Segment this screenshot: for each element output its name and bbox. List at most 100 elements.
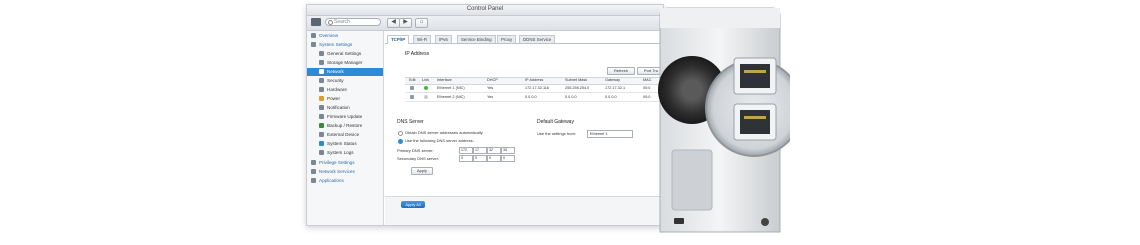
col-ip-address: IP Address [525, 78, 544, 82]
search-placeholder: Search [334, 19, 350, 25]
ethernet-port-icon [740, 110, 770, 134]
usb-port-icon [674, 218, 684, 224]
apply-button[interactable]: Apply [411, 167, 433, 175]
sidebar-item-system-status[interactable]: System Status [319, 140, 357, 148]
sidebar-item-storage-manager[interactable]: Storage Manager [319, 59, 363, 67]
user-icon [311, 160, 316, 166]
sidebar-item-network-services[interactable]: Network Services [311, 168, 355, 176]
sidebar-item-hardware[interactable]: Hardware [319, 86, 347, 94]
edit-icon[interactable] [410, 86, 414, 90]
cell-dhcp: Yes [487, 86, 494, 90]
sidebar: Overview System Settings General Setting… [307, 31, 384, 225]
sidebar-item-firmware-update[interactable]: Firmware Update [319, 113, 362, 121]
storage-icon [319, 60, 324, 66]
sidebar-item-overview[interactable]: Overview [311, 32, 338, 40]
primary-dns-label: Primary DNS server: [397, 148, 434, 153]
status-icon [319, 141, 324, 147]
power-icon [319, 96, 324, 102]
applications-icon [311, 178, 316, 184]
table-row[interactable]: Ethernet 1 (NIC) Yes 172.17.32.116 255.2… [405, 84, 663, 93]
sidebar-item-system-settings[interactable]: System Settings [311, 41, 352, 49]
primary-dns-octet-2[interactable]: 17 [473, 147, 487, 154]
dns-auto-radio[interactable] [398, 131, 403, 136]
bell-icon [319, 105, 324, 111]
link-status-icon [424, 86, 428, 90]
main-panel: TCP/IP Wi-Fi IPv6 Service Binding Proxy … [385, 31, 663, 225]
firmware-icon [319, 114, 324, 120]
cell-gateway: 172.17.32.1 [605, 86, 626, 90]
primary-dns-octet-3[interactable]: 32 [487, 147, 501, 154]
network-icon [319, 69, 324, 75]
search-icon [328, 20, 333, 25]
overview-icon [311, 33, 316, 39]
link-status-icon [424, 95, 428, 99]
cell-interface: Ethernet 1 (NIC) [437, 86, 465, 90]
ethernet-port-icon [740, 64, 770, 88]
secondary-dns-octet-1[interactable]: 0 [459, 155, 473, 162]
nas-device-illustration [658, 7, 790, 233]
table-row[interactable]: Ethernet 2 (NIC) Yes 0.0.0.0 0.0.0.0 0.0… [405, 93, 663, 102]
apply-all-button[interactable]: Apply All [401, 201, 425, 208]
settings-icon [319, 51, 324, 57]
secondary-dns-label: Secondary DNS server: [397, 156, 440, 161]
col-dhcp: DHCP [487, 78, 498, 82]
primary-dns-octet-1[interactable]: 172 [459, 147, 473, 154]
tab-ddns-service[interactable]: DDNS Service [519, 35, 556, 43]
cell-ip: 172.17.32.116 [525, 86, 549, 90]
edit-icon[interactable] [410, 95, 414, 99]
sidebar-item-system-logs[interactable]: System Logs [319, 149, 354, 157]
gateway-label: Use the settings from: [537, 131, 576, 136]
secondary-dns-octet-3[interactable]: 0 [487, 155, 501, 162]
col-interface: Interface [437, 78, 452, 82]
sidebar-item-network[interactable]: Network [307, 68, 383, 76]
cell-interface: Ethernet 2 (NIC) [437, 95, 465, 99]
sidebar-item-backup-restore[interactable]: Backup / Restore [319, 122, 362, 130]
home-button[interactable]: ⌂ [415, 18, 428, 28]
dns-auto-label: Obtain DNS server addresses automaticall… [405, 130, 483, 135]
ip-address-title: IP Address [405, 51, 430, 57]
gear-icon [311, 42, 316, 48]
sidebar-item-security[interactable]: Security [319, 77, 344, 85]
tab-tcp-ip[interactable]: TCP/IP [387, 35, 410, 44]
log-icon [319, 150, 324, 156]
col-edit: Edit [409, 78, 416, 82]
globe-icon [311, 169, 316, 175]
sidebar-item-external-device[interactable]: External Device [319, 131, 359, 139]
control-panel-window: Control Panel Search ◀ ▶ ⌂ Overview Syst… [306, 4, 664, 226]
title-bar: Control Panel [307, 5, 663, 16]
sidebar-item-applications[interactable]: Applications [311, 177, 344, 185]
tab-bar: TCP/IP Wi-Fi IPv6 Service Binding Proxy … [385, 35, 663, 44]
sidebar-toggle-icon[interactable] [311, 18, 321, 26]
dns-server-title: DNS Server [397, 119, 424, 125]
usb-icon [319, 132, 324, 138]
footer-bar: Apply All [385, 196, 663, 225]
cell-gateway: 0.0.0.0 [605, 95, 617, 99]
dns-manual-radio[interactable] [398, 139, 403, 144]
cell-ip: 0.0.0.0 [525, 95, 537, 99]
col-gateway: Gateway [605, 78, 620, 82]
cell-mask: 0.0.0.0 [565, 95, 577, 99]
search-input[interactable]: Search [325, 18, 381, 26]
tab-service-binding[interactable]: Service Binding [457, 35, 496, 43]
sidebar-item-general-settings[interactable]: General Settings [319, 50, 361, 58]
gateway-select[interactable]: Ethernet 1 [587, 130, 633, 138]
tab-wifi[interactable]: Wi-Fi [413, 35, 432, 43]
dns-manual-label: Use the following DNS server address: [405, 138, 474, 143]
refresh-button[interactable]: Refresh [607, 67, 635, 75]
sidebar-item-privilege-settings[interactable]: Privilege Settings [311, 159, 355, 167]
window-title: Control Panel [466, 6, 504, 12]
primary-dns-octet-4[interactable]: 35 [501, 147, 515, 154]
tab-ipv6[interactable]: IPv6 [435, 35, 452, 43]
col-subnet-mask: Subnet Mask [565, 78, 588, 82]
backup-icon [319, 123, 324, 129]
secondary-dns-octet-4[interactable]: 0 [501, 155, 515, 162]
tab-proxy[interactable]: Proxy [497, 35, 517, 43]
sidebar-item-power[interactable]: Power [319, 95, 340, 103]
forward-button[interactable]: ▶ [399, 18, 412, 28]
secondary-dns-octet-2[interactable]: 0 [473, 155, 487, 162]
power-connector-icon [761, 218, 769, 226]
hardware-icon [319, 87, 324, 93]
sidebar-item-notification[interactable]: Notification [319, 104, 350, 112]
cell-mask: 255.255.254.0 [565, 86, 590, 90]
default-gateway-title: Default Gateway [537, 119, 574, 125]
